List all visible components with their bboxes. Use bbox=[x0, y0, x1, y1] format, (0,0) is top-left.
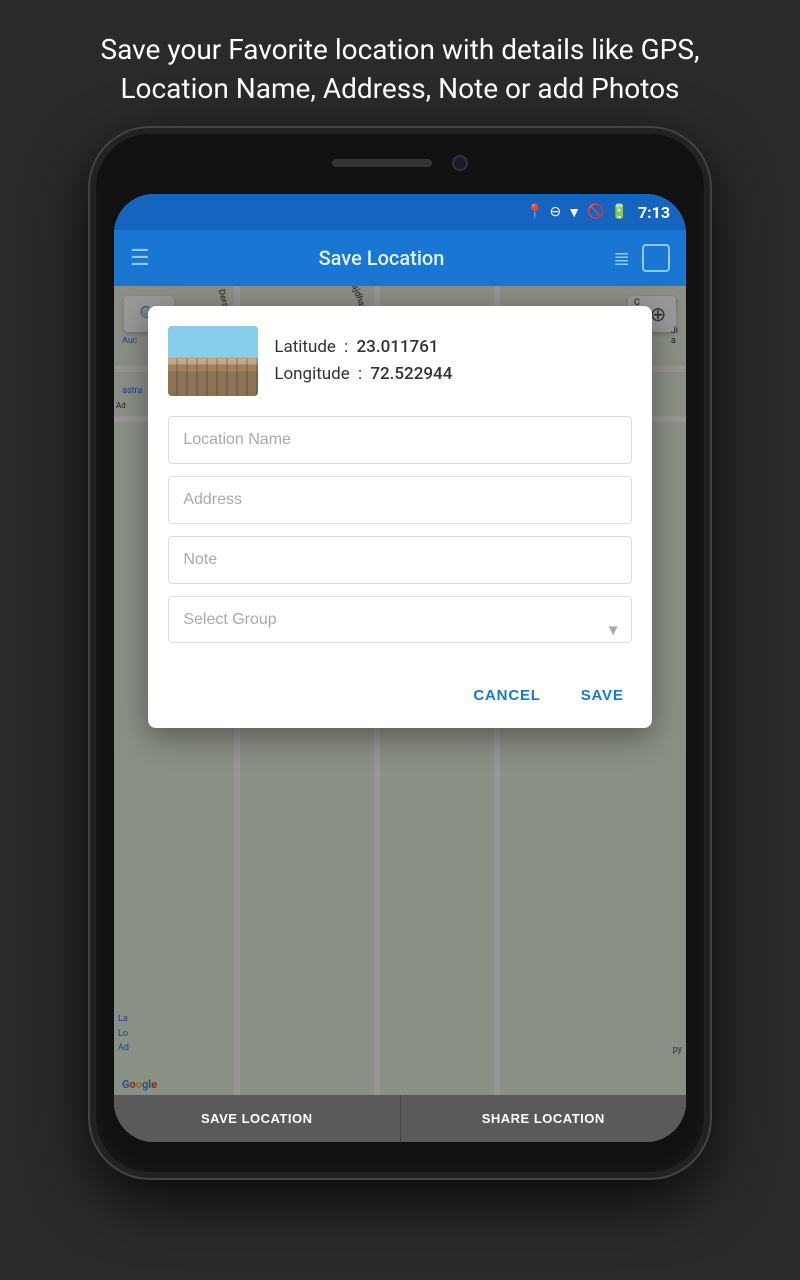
select-group-wrapper: Select Group ▾ bbox=[168, 596, 631, 663]
hero-text: Save your Favorite location with details… bbox=[0, 0, 800, 128]
latitude-value: 23.011761 bbox=[357, 337, 439, 357]
phone-camera bbox=[452, 155, 468, 171]
battery-icon: 🔋 bbox=[611, 204, 628, 220]
app-bar: ☰ Save Location ≣ bbox=[114, 230, 686, 286]
latitude-label: Latitude bbox=[274, 337, 336, 357]
wifi-icon: ▼ bbox=[567, 204, 581, 221]
minus-circle-icon: ⊖ bbox=[549, 204, 561, 220]
save-button[interactable]: SAVE bbox=[573, 683, 632, 708]
location-name-input[interactable] bbox=[168, 416, 631, 464]
bottom-bar: SAVE LOCATION SHARE LOCATION bbox=[114, 1095, 686, 1142]
phone-screen: 📍 ⊖ ▼ 🚫 🔋 7:13 ☰ Save Location ≣ bbox=[114, 194, 686, 1142]
map-area: Derasar Rd Vrajdham Rd City Gold Auc ast… bbox=[114, 286, 686, 1095]
latitude-row: Latitude : 23.011761 bbox=[274, 334, 631, 361]
app-title: Save Location bbox=[166, 246, 598, 270]
longitude-label: Longitude bbox=[274, 364, 349, 384]
signal-icon: 🚫 bbox=[587, 204, 604, 220]
volume-silent-button bbox=[92, 304, 96, 354]
phone-device: 📍 ⊖ ▼ 🚫 🔋 7:13 ☰ Save Location ≣ bbox=[90, 128, 710, 1178]
dialog-overlay: Latitude : 23.011761 Longitude : 72.5229… bbox=[114, 286, 686, 1095]
phone-notch bbox=[96, 134, 704, 192]
status-bar: 📍 ⊖ ▼ 🚫 🔋 7:13 bbox=[114, 194, 686, 230]
list-view-icon[interactable]: ≣ bbox=[613, 246, 630, 270]
share-location-button[interactable]: SHARE LOCATION bbox=[401, 1095, 687, 1142]
phone-speaker bbox=[332, 159, 432, 167]
volume-up-button bbox=[92, 374, 96, 444]
dialog-header: Latitude : 23.011761 Longitude : 72.5229… bbox=[168, 326, 631, 396]
grid-view-icon[interactable] bbox=[642, 244, 670, 272]
phone-shell: 📍 ⊖ ▼ 🚫 🔋 7:13 ☰ Save Location ≣ bbox=[90, 128, 710, 1178]
save-location-dialog: Latitude : 23.011761 Longitude : 72.5229… bbox=[148, 306, 651, 728]
select-group-dropdown[interactable]: Select Group bbox=[168, 596, 631, 643]
app-bar-actions: ≣ bbox=[613, 244, 670, 272]
status-icons: 📍 ⊖ ▼ 🚫 🔋 7:13 bbox=[526, 203, 670, 222]
dialog-actions: CANCEL SAVE bbox=[168, 683, 631, 708]
status-time: 7:13 bbox=[638, 203, 670, 222]
latitude-sep: : bbox=[344, 337, 352, 357]
address-input[interactable] bbox=[168, 476, 631, 524]
location-icon: 📍 bbox=[526, 204, 543, 220]
longitude-row: Longitude : 72.522944 bbox=[274, 361, 631, 388]
cancel-button[interactable]: CANCEL bbox=[465, 683, 548, 708]
volume-down-button bbox=[92, 464, 96, 534]
save-location-button[interactable]: SAVE LOCATION bbox=[114, 1095, 401, 1142]
power-button bbox=[704, 334, 708, 404]
note-input[interactable] bbox=[168, 536, 631, 584]
longitude-value: 72.522944 bbox=[370, 364, 452, 384]
longitude-sep: : bbox=[358, 364, 366, 384]
menu-icon[interactable]: ☰ bbox=[130, 246, 150, 271]
coordinates-display: Latitude : 23.011761 Longitude : 72.5229… bbox=[274, 334, 631, 388]
location-thumbnail bbox=[168, 326, 258, 396]
